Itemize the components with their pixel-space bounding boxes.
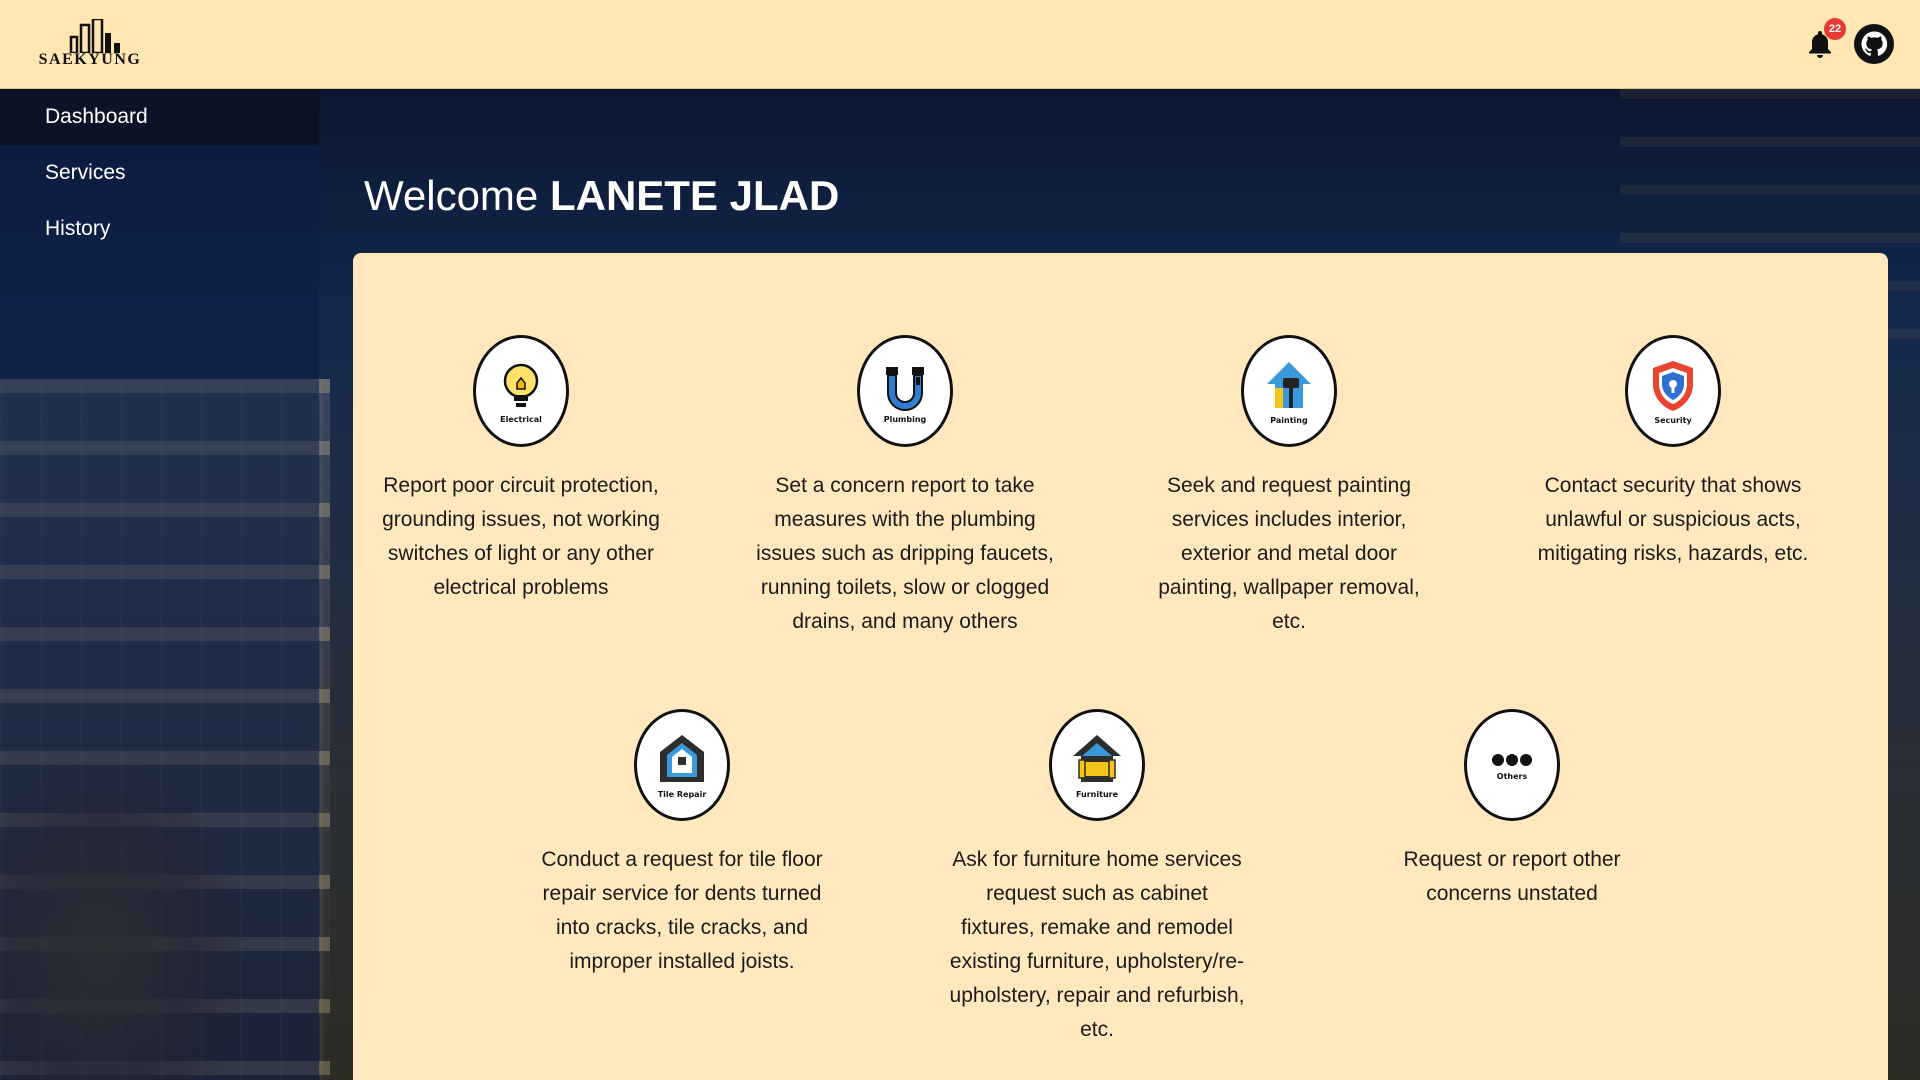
icon-caption-security: Security: [1654, 415, 1692, 425]
sidebar-item-dashboard[interactable]: Dashboard: [0, 89, 319, 145]
shield-lock-icon: [1653, 360, 1693, 411]
service-icon-painting[interactable]: Painting: [1241, 335, 1337, 447]
service-description-plumbing: Set a concern report to take measures wi…: [756, 474, 1054, 633]
service-description-furniture: Ask for furniture home services request …: [949, 848, 1245, 1041]
welcome-prefix: Welcome: [364, 172, 539, 219]
service-card-painting[interactable]: Painting Seek and request painting servi…: [1139, 335, 1439, 639]
service-icon-security[interactable]: Security: [1625, 335, 1721, 447]
icon-caption-others: Others: [1496, 771, 1528, 781]
icon-caption-plumbing: Plumbing: [883, 414, 927, 424]
header-actions: 22: [1800, 18, 1896, 66]
service-description-electrical: Report poor circuit protection, groundin…: [382, 474, 660, 599]
service-card-others[interactable]: Others Request or report other concerns …: [1362, 709, 1662, 911]
icon-caption-furniture: Furniture: [1075, 789, 1119, 799]
icon-caption-tile-repair: Tile Repair: [657, 789, 707, 799]
icon-caption-painting: Painting: [1270, 415, 1308, 425]
service-card-plumbing[interactable]: Plumbing Set a concern report to take me…: [755, 335, 1055, 639]
saekyung-logo[interactable]: SAEKYUNG: [22, 19, 158, 69]
pipe-faucet-icon: [886, 366, 924, 411]
service-icon-electrical[interactable]: Electrical: [473, 335, 569, 447]
service-card-tile-repair[interactable]: Tile Repair Conduct a request for tile f…: [532, 709, 832, 979]
logo-text: SAEKYUNG: [38, 51, 142, 68]
notification-button[interactable]: 22: [1800, 18, 1846, 64]
service-description-security: Contact security that shows unlawful or …: [1537, 474, 1809, 565]
service-icon-others[interactable]: Others: [1464, 709, 1560, 821]
service-card-furniture[interactable]: Furniture Ask for furniture home service…: [947, 709, 1247, 1047]
service-card-security[interactable]: Security Contact security that shows unl…: [1523, 335, 1823, 571]
page-title: Welcome LANETE JLAD: [364, 172, 839, 220]
service-icon-furniture[interactable]: Furniture: [1049, 709, 1145, 821]
ellipsis-icon: [1492, 753, 1532, 766]
notification-badge: 22: [1824, 18, 1846, 40]
user-avatar[interactable]: [1852, 22, 1896, 66]
house-tile-icon: [660, 734, 704, 782]
paint-roller-icon: [1267, 361, 1311, 408]
services-panel: Electrical Report poor circuit protectio…: [353, 253, 1888, 1080]
lightbulb-icon: [503, 363, 539, 407]
top-header: SAEKYUNG 22: [0, 0, 1920, 89]
service-card-electrical[interactable]: Electrical Report poor circuit protectio…: [371, 335, 671, 605]
building-logo-icon: [69, 19, 120, 53]
service-description-painting: Seek and request painting services inclu…: [1158, 474, 1420, 633]
service-description-tile-repair: Conduct a request for tile floor repair …: [541, 848, 823, 973]
sidebar: Dashboard Services History: [0, 89, 319, 1080]
sidebar-item-services[interactable]: Services: [0, 145, 319, 201]
user-name: LANETE JLAD: [549, 172, 840, 219]
service-icon-tile-repair[interactable]: Tile Repair: [634, 709, 730, 821]
sidebar-item-history[interactable]: History: [0, 201, 319, 257]
service-description-others: Request or report other concerns unstate…: [1403, 848, 1621, 905]
github-icon: [1854, 24, 1894, 64]
service-icon-plumbing[interactable]: Plumbing: [857, 335, 953, 447]
icon-caption-electrical: Electrical: [500, 414, 542, 424]
sofa-icon: [1073, 734, 1121, 782]
